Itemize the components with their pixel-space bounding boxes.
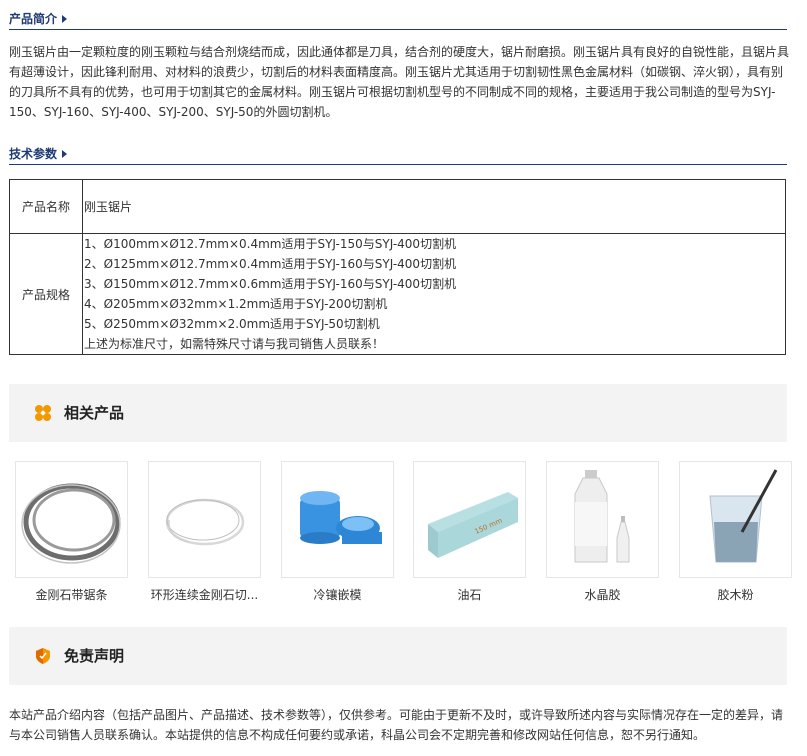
bottle-image[interactable] — [546, 461, 659, 578]
product-name[interactable]: 胶木粉 — [679, 586, 792, 603]
product-name[interactable]: 水晶胶 — [546, 586, 659, 603]
spec-size-label: 产品规格 — [9, 233, 83, 355]
spec-size-values: 1、Ø100mm×Ø12.7mm×0.4mm适用于SYJ-150与SYJ-400… — [82, 233, 786, 355]
disclaimer-header: 免责声明 — [9, 627, 787, 685]
powder-cup-image[interactable] — [679, 461, 792, 578]
product-name[interactable]: 油石 — [413, 586, 526, 603]
related-products-header: 相关产品 — [9, 384, 787, 442]
spec-size-line: 3、Ø150mm×Ø12.7mm×0.6mm适用于SYJ-160与SYJ-400… — [84, 277, 457, 291]
spec-table: 产品名称 刚玉锯片 产品规格 1、Ø100mm×Ø12.7mm×0.4mm适用于… — [9, 179, 786, 355]
intro-section-header: 产品简介 — [9, 6, 787, 30]
disclaimer-text: 本站产品介绍内容（包括产品图片、产品描述、技术参数等），仅供参考。可能由于更新不… — [9, 708, 784, 742]
product-name[interactable]: 冷镶嵌模 — [281, 586, 394, 603]
intro-heading: 产品简介 — [9, 12, 58, 26]
spec-heading: 技术参数 — [9, 147, 58, 161]
spec-size-line: 4、Ø205mm×Ø32mm×1.2mm适用于SYJ-200切割机 — [84, 297, 388, 311]
mold-cups-image[interactable] — [281, 461, 394, 578]
product-card[interactable]: 水晶胶 — [546, 461, 659, 603]
product-card[interactable]: 环形连续金刚石切... — [148, 461, 261, 603]
intro-text: 刚玉锯片由一定颗粒度的刚玉颗粒与结合剂烧结而成，因此通体都是刀具，结合剂的硬度大… — [9, 45, 790, 119]
triangle-right-icon — [62, 15, 67, 23]
product-card[interactable]: 金刚石带锯条 — [15, 461, 128, 603]
disclaimer-heading: 免责声明 — [64, 647, 125, 665]
flower-icon — [35, 405, 51, 421]
table-row: 产品名称 刚玉锯片 — [9, 179, 786, 234]
related-products-heading: 相关产品 — [64, 404, 125, 422]
spec-size-line: 5、Ø250mm×Ø32mm×2.0mm适用于SYJ-50切割机 — [84, 317, 380, 331]
spec-size-line: 2、Ø125mm×Ø12.7mm×0.4mm适用于SYJ-160与SYJ-400… — [84, 257, 457, 271]
oil-stone-image[interactable]: 150 mm — [413, 461, 526, 578]
product-name[interactable]: 环形连续金刚石切... — [148, 586, 261, 603]
spec-section-header: 技术参数 — [9, 141, 787, 165]
wire-loop-image[interactable] — [148, 461, 261, 578]
product-name[interactable]: 金刚石带锯条 — [15, 586, 128, 603]
spec-name-label: 产品名称 — [9, 179, 83, 234]
product-card[interactable]: 150 mm 油石 — [413, 461, 526, 603]
product-card[interactable]: 冷镶嵌模 — [281, 461, 394, 603]
shield-icon — [36, 648, 50, 664]
triangle-right-icon — [62, 150, 67, 158]
band-saw-image[interactable] — [15, 461, 128, 578]
spec-size-note: 上述为标准尺寸，如需特殊尺寸请与我司销售人员联系！ — [84, 337, 385, 351]
spec-name-value: 刚玉锯片 — [82, 179, 786, 234]
product-card[interactable]: 胶木粉 — [679, 461, 792, 603]
spec-size-line: 1、Ø100mm×Ø12.7mm×0.4mm适用于SYJ-150与SYJ-400… — [84, 237, 457, 251]
table-row: 产品规格 1、Ø100mm×Ø12.7mm×0.4mm适用于SYJ-150与SY… — [9, 233, 786, 355]
